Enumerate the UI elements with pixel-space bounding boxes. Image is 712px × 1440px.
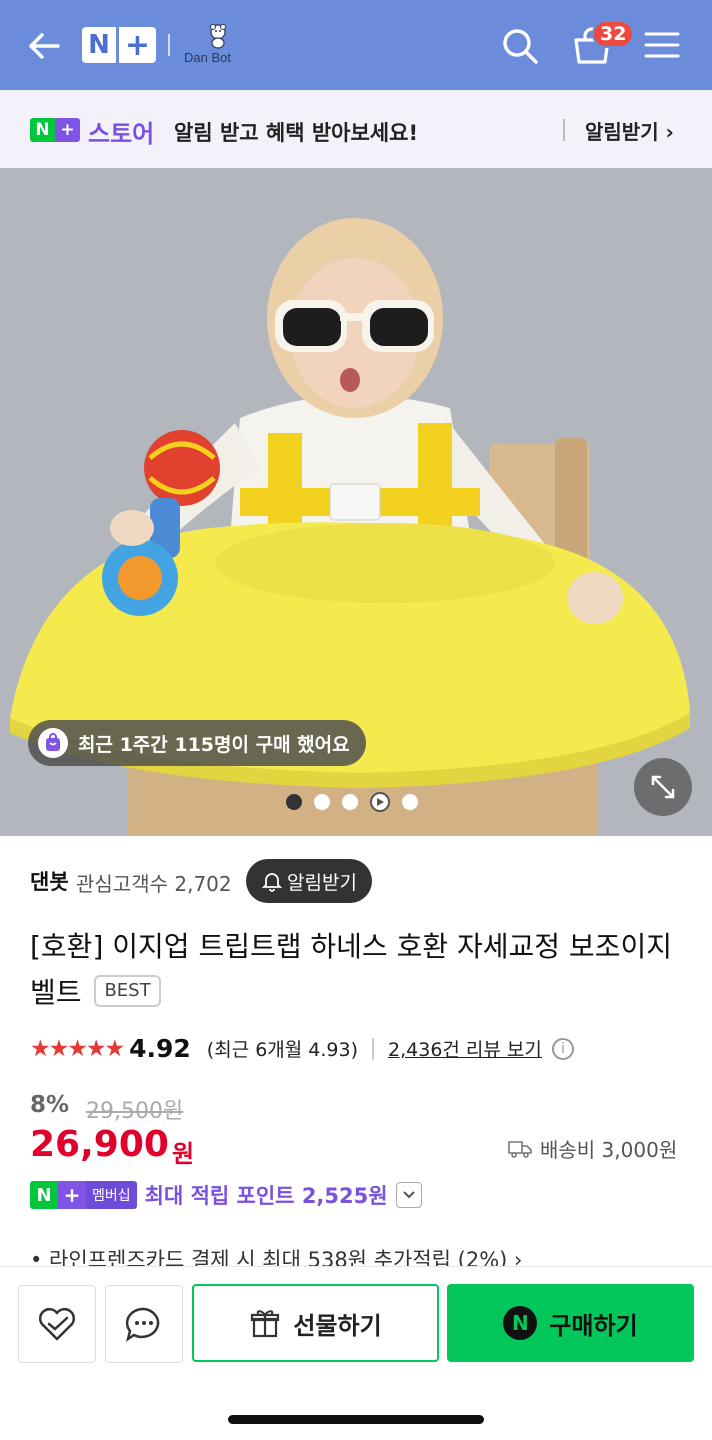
gift-label: 선물하기 (293, 1311, 382, 1340)
membership-points-row[interactable]: N + 멤버십 최대 적립 포인트 2,525원 (30, 1180, 422, 1210)
logo-plus: + (124, 27, 151, 63)
store-label: 스토어 (88, 120, 155, 148)
naver-pay-icon: N (503, 1306, 538, 1340)
badge-plus: + (55, 118, 80, 142)
store-logo[interactable]: Dan Bot (182, 22, 254, 70)
naver-plus-badge: N + (30, 118, 80, 142)
rating-divider (372, 1037, 375, 1060)
search-icon[interactable] (500, 26, 540, 66)
logo-n: N (82, 27, 119, 63)
notice-text: 알림 받고 혜택 받아보세요! (174, 121, 419, 145)
bottom-action-bar: 선물하기 N 구매하기 (0, 1266, 712, 1440)
top-bar: N + Dan Bot 32 (0, 0, 712, 90)
follow-store-button[interactable]: 알림받기 (246, 859, 372, 903)
rating-row: ★★★★★ 4.92 (최근 6개월 4.93) 2,436건 리뷰 보기 i (30, 1034, 574, 1063)
badge-plus: + (58, 1181, 86, 1209)
notification-banner[interactable]: N + 스토어 알림 받고 혜택 받아보세요! 알림받기 › (0, 90, 712, 168)
buy-button[interactable]: N 구매하기 (447, 1284, 694, 1362)
cart-count-badge: 32 (592, 20, 635, 48)
badge-n: N (30, 118, 55, 142)
header-divider (168, 34, 170, 56)
gift-button[interactable]: 선물하기 (192, 1284, 439, 1362)
naver-plus-logo[interactable]: N + (82, 27, 156, 63)
store-logo-text: Dan Bot (184, 50, 231, 65)
shopping-bag-icon (38, 728, 68, 758)
gift-icon (251, 1310, 280, 1338)
best-tag: BEST (94, 975, 161, 1007)
membership-label: 멤버십 (86, 1181, 137, 1209)
hamburger-menu-icon[interactable] (644, 30, 680, 60)
shipping-fee: 배송비 3,000원 (540, 1138, 678, 1162)
shipping-info: 배송비 3,000원 (508, 1134, 677, 1163)
naver-plus-membership-badge: N + 멤버십 (30, 1181, 137, 1209)
bear-logo-icon (210, 24, 226, 49)
recent-rating: (최근 6개월 4.93) (206, 1039, 359, 1061)
notice-divider (563, 119, 565, 141)
seller-name[interactable]: 댄봇 (30, 866, 69, 896)
expand-icon[interactable] (634, 758, 692, 816)
carousel-dot[interactable] (342, 794, 358, 810)
product-image[interactable]: 최근 1주간 115명이 구매 했어요 (0, 168, 712, 836)
heart-check-icon (39, 1308, 75, 1341)
chevron-down-icon[interactable] (395, 1182, 422, 1208)
carousel-dot[interactable] (402, 794, 418, 810)
follower-count: 관심고객수 2,702 (76, 872, 232, 896)
wishlist-button[interactable] (18, 1285, 96, 1363)
product-title: [호환] 이지업 트립트랩 하네스 호환 자세교정 보조이지벨트 BEST (30, 924, 690, 1016)
reviews-link[interactable]: 2,436건 리뷰 보기 (388, 1035, 542, 1062)
buy-label: 구매하기 (549, 1311, 638, 1340)
notice-subscribe-link[interactable]: 알림받기 › (585, 116, 674, 145)
follow-label: 알림받기 (287, 871, 357, 894)
badge-n: N (30, 1181, 58, 1209)
star-rating-icon: ★★★★★ (30, 1035, 125, 1062)
discount-rate: 8% (30, 1092, 70, 1118)
carousel-indicators (286, 792, 418, 812)
home-indicator (228, 1415, 484, 1424)
chat-button[interactable] (105, 1285, 183, 1363)
carousel-dot[interactable] (286, 794, 302, 810)
original-price: 29,500원 (86, 1099, 184, 1124)
play-icon[interactable] (370, 792, 390, 812)
chat-bubble-icon (125, 1307, 160, 1342)
recent-buyers-badge: 최근 1주간 115명이 구매 했어요 (28, 720, 366, 766)
rating-score: 4.92 (129, 1034, 191, 1063)
recent-buyers-text: 최근 1주간 115명이 구매 했어요 (78, 733, 350, 756)
carousel-dot[interactable] (314, 794, 330, 810)
max-points-text: 최대 적립 포인트 2,525원 (144, 1184, 388, 1208)
arrow-left-icon[interactable] (26, 28, 62, 64)
info-icon[interactable]: i (551, 1037, 574, 1060)
bell-plus-icon (261, 873, 283, 892)
truck-icon (508, 1140, 532, 1158)
price-unit: 원 (172, 1140, 195, 1168)
sale-price: 26,900 (30, 1124, 169, 1165)
